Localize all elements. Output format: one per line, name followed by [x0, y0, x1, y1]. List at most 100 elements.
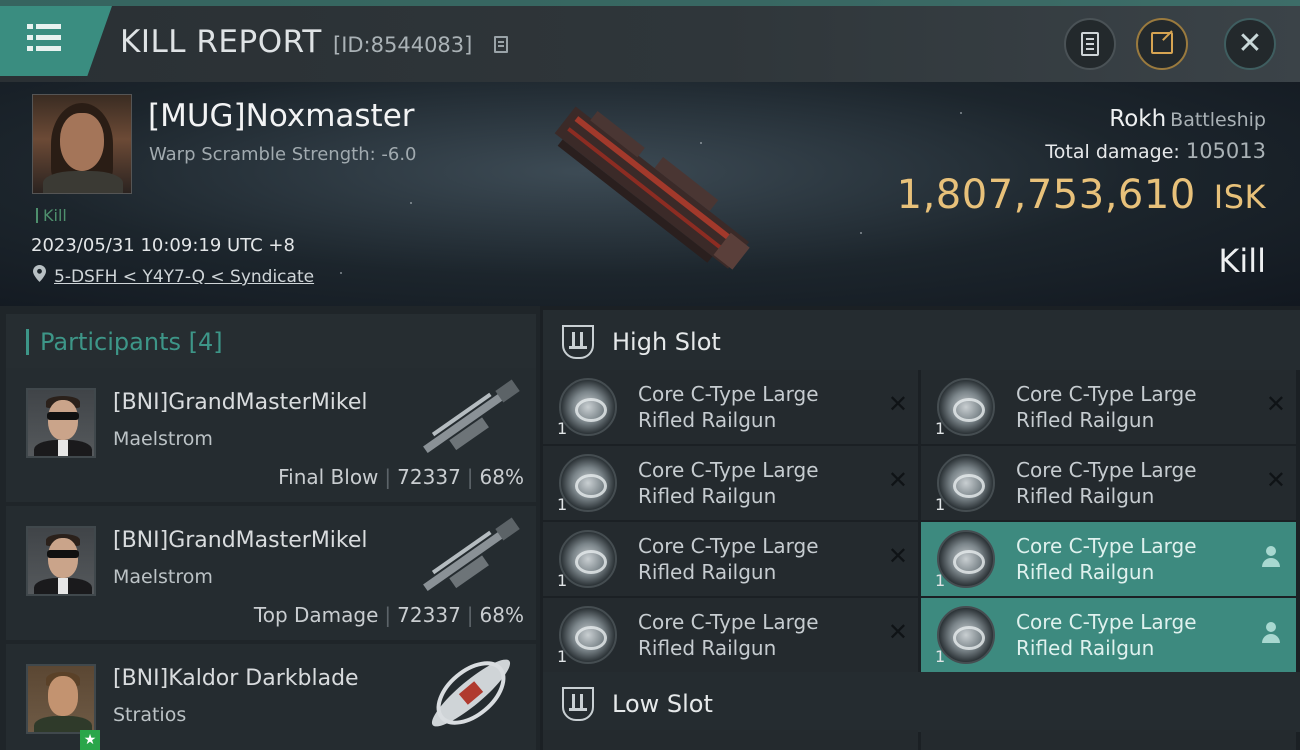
pilot-icon: [1262, 622, 1280, 644]
module-item[interactable]: 1 Core C-Type Large Rifled Railgun: [921, 598, 1296, 672]
module-name-line1: Core C-Type Large: [1016, 382, 1197, 406]
isk-value: 1,807,753,610 ISK: [896, 172, 1266, 218]
page-title: KILL REPORT: [120, 24, 322, 60]
notes-icon[interactable]: [1064, 18, 1116, 70]
module-name-line2: Rifled Railgun: [1016, 636, 1155, 660]
close-icon[interactable]: ✕: [1224, 18, 1276, 70]
module-name-line1: Core C-Type Large: [638, 458, 819, 482]
star-icon: ★: [80, 730, 100, 750]
module-name-line1: Core C-Type Large: [638, 382, 819, 406]
participant-row[interactable]: [BNI]GrandMasterMikel Maelstrom Top Dama…: [6, 506, 536, 640]
participant-stats: Top Damage | 72337 | 68%: [253, 603, 524, 627]
warp-scramble-strength: Warp Scramble Strength: -6.0: [149, 144, 417, 165]
module-row-partial: [543, 730, 918, 750]
module-quantity: 1: [935, 571, 946, 590]
participant-name: [BNI]GrandMasterMikel: [113, 390, 368, 415]
victim-summary: [MUG]Noxmaster Warp Scramble Strength: -…: [0, 82, 1300, 306]
participant-ship: Stratios: [113, 704, 187, 726]
module-name-line2: Rifled Railgun: [1016, 484, 1155, 508]
module-quantity: 1: [557, 647, 568, 666]
report-id: [ID:8544083]: [333, 33, 473, 57]
total-damage: Total damage: 105013: [1045, 139, 1266, 163]
participant-ship: Maelstrom: [113, 566, 213, 588]
participant-ship-image: [423, 379, 520, 454]
menu-icon[interactable]: [0, 6, 112, 76]
module-row-partial: [921, 730, 1296, 750]
module-name-line1: Core C-Type Large: [1016, 534, 1197, 558]
pilot-icon: [1262, 546, 1280, 568]
railgun-icon: [559, 378, 617, 436]
module-name-line1: Core C-Type Large: [638, 610, 819, 634]
participants-header: Participants [4]: [6, 314, 536, 370]
low-slot-label: Low Slot: [612, 690, 713, 718]
top-bar: KILL REPORT [ID:8544083] ✕: [0, 0, 1300, 82]
railgun-icon: [937, 378, 995, 436]
module-name-line2: Rifled Railgun: [638, 408, 777, 432]
participant-row[interactable]: [BNI]GrandMasterMikel Maelstrom Final Bl…: [6, 368, 536, 502]
railgun-icon: [937, 530, 995, 588]
copy-icon[interactable]: [494, 36, 508, 53]
destroyed-icon: ✕: [887, 390, 908, 418]
module-name-line1: Core C-Type Large: [638, 534, 819, 558]
module-item[interactable]: 1 Core C-Type Large Rifled Railgun ✕: [921, 370, 1296, 444]
kill-datetime: 2023/05/31 10:09:19 UTC +8: [31, 235, 295, 256]
avatar[interactable]: [26, 388, 96, 458]
railgun-icon: [937, 454, 995, 512]
participant-name: [BNI]Kaldor Darkblade: [113, 666, 359, 691]
module-name-line1: Core C-Type Large: [1016, 458, 1197, 482]
module-name-line2: Rifled Railgun: [638, 560, 777, 584]
module-name-line1: Core C-Type Large: [1016, 610, 1197, 634]
module-name: Core C-Type Large Rifled Railgun: [1016, 609, 1246, 661]
railgun-icon: [559, 530, 617, 588]
low-slot-icon: [562, 687, 594, 721]
participant-name: [BNI]GrandMasterMikel: [113, 528, 368, 553]
module-quantity: 1: [557, 571, 568, 590]
destroyed-icon: ✕: [887, 542, 908, 570]
module-item[interactable]: 1 Core C-Type Large Rifled Railgun ✕: [921, 446, 1296, 520]
result-label: Kill: [1218, 242, 1266, 280]
header-accent-line: [0, 0, 1300, 6]
victim-ship: Rokh Battleship: [1109, 106, 1266, 132]
participants-count: [4]: [188, 328, 223, 356]
avatar[interactable]: [26, 526, 96, 596]
module-name-line2: Rifled Railgun: [638, 484, 777, 508]
participant-row[interactable]: ★ [BNI]Kaldor Darkblade Stratios: [6, 644, 536, 750]
destroyed-icon: ✕: [1265, 466, 1286, 494]
victim-name[interactable]: [MUG]Noxmaster: [148, 98, 415, 134]
destroyed-icon: ✕: [1265, 390, 1286, 418]
module-name: Core C-Type Large Rifled Railgun: [638, 381, 868, 433]
module-name: Core C-Type Large Rifled Railgun: [1016, 457, 1246, 509]
module-name: Core C-Type Large Rifled Railgun: [1016, 533, 1246, 585]
module-name: Core C-Type Large Rifled Railgun: [638, 609, 868, 661]
railgun-icon: [559, 454, 617, 512]
participants-panel: Participants [4] [BNI]GrandMasterMikel M…: [0, 306, 540, 750]
module-name-line2: Rifled Railgun: [638, 636, 777, 660]
module-item[interactable]: 1 Core C-Type Large Rifled Railgun ✕: [543, 598, 918, 672]
railgun-icon: [937, 606, 995, 664]
railgun-icon: [559, 606, 617, 664]
module-name: Core C-Type Large Rifled Railgun: [1016, 381, 1246, 433]
participant-stats: Final Blow | 72337 | 68%: [278, 465, 524, 489]
victim-portrait[interactable]: [32, 94, 132, 194]
avatar[interactable]: [26, 664, 96, 734]
module-item[interactable]: 1 Core C-Type Large Rifled Railgun: [921, 522, 1296, 596]
module-name-line2: Rifled Railgun: [1016, 408, 1155, 432]
participant-ship-image: [431, 659, 511, 727]
module-name-line2: Rifled Railgun: [1016, 560, 1155, 584]
module-name: Core C-Type Large Rifled Railgun: [638, 457, 868, 509]
high-slot-label: High Slot: [612, 328, 721, 356]
kill-location-link[interactable]: 5-DSFH < Y4Y7-Q < Syndicate: [54, 267, 314, 287]
participant-ship-image: [423, 517, 520, 592]
module-item[interactable]: 1 Core C-Type Large Rifled Railgun ✕: [543, 522, 918, 596]
share-icon[interactable]: [1136, 18, 1188, 70]
high-slot-header: High Slot: [543, 310, 1300, 370]
module-quantity: 1: [935, 419, 946, 438]
module-name: Core C-Type Large Rifled Railgun: [638, 533, 868, 585]
low-slot-header: Low Slot: [543, 672, 1300, 732]
high-slot-icon: [562, 325, 594, 359]
destroyed-icon: ✕: [887, 618, 908, 646]
module-item[interactable]: 1 Core C-Type Large Rifled Railgun ✕: [543, 446, 918, 520]
participant-ship: Maelstrom: [113, 428, 213, 450]
module-item[interactable]: 1 Core C-Type Large Rifled Railgun ✕: [543, 370, 918, 444]
destroyed-icon: ✕: [887, 466, 908, 494]
